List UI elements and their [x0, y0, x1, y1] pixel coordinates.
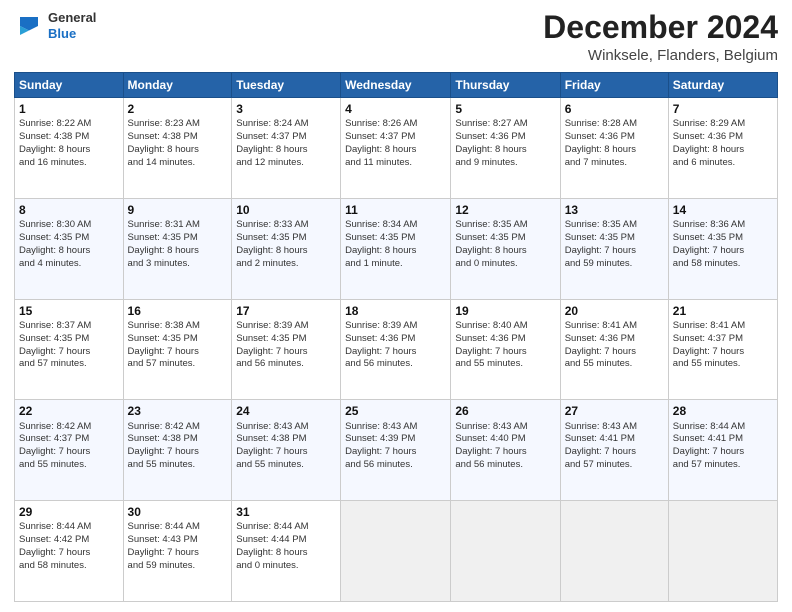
calendar-cell	[451, 501, 560, 602]
day-number: 10	[236, 202, 336, 218]
day-number: 6	[565, 101, 664, 117]
calendar-week-row: 8Sunrise: 8:30 AMSunset: 4:35 PMDaylight…	[15, 198, 778, 299]
day-number: 26	[455, 403, 555, 419]
calendar-cell: 19Sunrise: 8:40 AMSunset: 4:36 PMDayligh…	[451, 299, 560, 400]
logo: General Blue	[14, 10, 96, 41]
day-number: 2	[128, 101, 228, 117]
col-header-thursday: Thursday	[451, 73, 560, 98]
calendar-cell: 20Sunrise: 8:41 AMSunset: 4:36 PMDayligh…	[560, 299, 668, 400]
day-number: 29	[19, 504, 119, 520]
col-header-friday: Friday	[560, 73, 668, 98]
day-number: 18	[345, 303, 446, 319]
day-number: 27	[565, 403, 664, 419]
day-number: 24	[236, 403, 336, 419]
calendar-cell: 10Sunrise: 8:33 AMSunset: 4:35 PMDayligh…	[232, 198, 341, 299]
day-number: 3	[236, 101, 336, 117]
calendar-week-row: 29Sunrise: 8:44 AMSunset: 4:42 PMDayligh…	[15, 501, 778, 602]
calendar-cell: 23Sunrise: 8:42 AMSunset: 4:38 PMDayligh…	[123, 400, 232, 501]
calendar-cell: 26Sunrise: 8:43 AMSunset: 4:40 PMDayligh…	[451, 400, 560, 501]
day-number: 28	[673, 403, 773, 419]
calendar-week-row: 15Sunrise: 8:37 AMSunset: 4:35 PMDayligh…	[15, 299, 778, 400]
day-number: 1	[19, 101, 119, 117]
calendar-week-row: 1Sunrise: 8:22 AMSunset: 4:38 PMDaylight…	[15, 98, 778, 199]
day-number: 21	[673, 303, 773, 319]
month-title: December 2024	[543, 10, 778, 45]
calendar-cell: 4Sunrise: 8:26 AMSunset: 4:37 PMDaylight…	[341, 98, 451, 199]
title-block: December 2024 Winksele, Flanders, Belgiu…	[543, 10, 778, 64]
calendar-cell: 17Sunrise: 8:39 AMSunset: 4:35 PMDayligh…	[232, 299, 341, 400]
col-header-wednesday: Wednesday	[341, 73, 451, 98]
day-number: 19	[455, 303, 555, 319]
calendar-cell: 11Sunrise: 8:34 AMSunset: 4:35 PMDayligh…	[341, 198, 451, 299]
calendar-cell: 15Sunrise: 8:37 AMSunset: 4:35 PMDayligh…	[15, 299, 124, 400]
col-header-monday: Monday	[123, 73, 232, 98]
calendar-cell: 22Sunrise: 8:42 AMSunset: 4:37 PMDayligh…	[15, 400, 124, 501]
location: Winksele, Flanders, Belgium	[543, 47, 778, 64]
day-number: 4	[345, 101, 446, 117]
calendar-cell: 5Sunrise: 8:27 AMSunset: 4:36 PMDaylight…	[451, 98, 560, 199]
day-number: 14	[673, 202, 773, 218]
day-number: 11	[345, 202, 446, 218]
logo-general: General	[48, 10, 96, 25]
day-number: 16	[128, 303, 228, 319]
calendar-cell: 25Sunrise: 8:43 AMSunset: 4:39 PMDayligh…	[341, 400, 451, 501]
day-number: 12	[455, 202, 555, 218]
col-header-saturday: Saturday	[668, 73, 777, 98]
calendar-cell: 12Sunrise: 8:35 AMSunset: 4:35 PMDayligh…	[451, 198, 560, 299]
col-header-tuesday: Tuesday	[232, 73, 341, 98]
calendar-cell: 6Sunrise: 8:28 AMSunset: 4:36 PMDaylight…	[560, 98, 668, 199]
logo-text: General Blue	[48, 10, 96, 41]
day-number: 17	[236, 303, 336, 319]
day-number: 9	[128, 202, 228, 218]
calendar-cell: 29Sunrise: 8:44 AMSunset: 4:42 PMDayligh…	[15, 501, 124, 602]
calendar-cell: 13Sunrise: 8:35 AMSunset: 4:35 PMDayligh…	[560, 198, 668, 299]
calendar-cell: 28Sunrise: 8:44 AMSunset: 4:41 PMDayligh…	[668, 400, 777, 501]
day-number: 8	[19, 202, 119, 218]
day-number: 7	[673, 101, 773, 117]
day-number: 31	[236, 504, 336, 520]
calendar-cell: 31Sunrise: 8:44 AMSunset: 4:44 PMDayligh…	[232, 501, 341, 602]
day-number: 22	[19, 403, 119, 419]
calendar-cell: 24Sunrise: 8:43 AMSunset: 4:38 PMDayligh…	[232, 400, 341, 501]
calendar-cell: 9Sunrise: 8:31 AMSunset: 4:35 PMDaylight…	[123, 198, 232, 299]
calendar-cell	[668, 501, 777, 602]
calendar-cell: 18Sunrise: 8:39 AMSunset: 4:36 PMDayligh…	[341, 299, 451, 400]
calendar-cell: 8Sunrise: 8:30 AMSunset: 4:35 PMDaylight…	[15, 198, 124, 299]
calendar-cell	[560, 501, 668, 602]
day-number: 15	[19, 303, 119, 319]
day-number: 20	[565, 303, 664, 319]
calendar-cell: 14Sunrise: 8:36 AMSunset: 4:35 PMDayligh…	[668, 198, 777, 299]
col-header-sunday: Sunday	[15, 73, 124, 98]
calendar-week-row: 22Sunrise: 8:42 AMSunset: 4:37 PMDayligh…	[15, 400, 778, 501]
calendar-cell: 2Sunrise: 8:23 AMSunset: 4:38 PMDaylight…	[123, 98, 232, 199]
calendar-cell: 16Sunrise: 8:38 AMSunset: 4:35 PMDayligh…	[123, 299, 232, 400]
calendar-cell	[341, 501, 451, 602]
logo-blue: Blue	[48, 26, 76, 41]
day-number: 25	[345, 403, 446, 419]
day-number: 13	[565, 202, 664, 218]
calendar-cell: 21Sunrise: 8:41 AMSunset: 4:37 PMDayligh…	[668, 299, 777, 400]
calendar-cell: 27Sunrise: 8:43 AMSunset: 4:41 PMDayligh…	[560, 400, 668, 501]
page: General Blue December 2024 Winksele, Fla…	[0, 0, 792, 612]
calendar-cell: 1Sunrise: 8:22 AMSunset: 4:38 PMDaylight…	[15, 98, 124, 199]
calendar-header-row: SundayMondayTuesdayWednesdayThursdayFrid…	[15, 73, 778, 98]
logo-icon	[14, 11, 44, 41]
calendar-cell: 3Sunrise: 8:24 AMSunset: 4:37 PMDaylight…	[232, 98, 341, 199]
day-number: 30	[128, 504, 228, 520]
day-number: 23	[128, 403, 228, 419]
calendar-cell: 7Sunrise: 8:29 AMSunset: 4:36 PMDaylight…	[668, 98, 777, 199]
calendar-table: SundayMondayTuesdayWednesdayThursdayFrid…	[14, 72, 778, 602]
day-number: 5	[455, 101, 555, 117]
header: General Blue December 2024 Winksele, Fla…	[14, 10, 778, 64]
calendar-cell: 30Sunrise: 8:44 AMSunset: 4:43 PMDayligh…	[123, 501, 232, 602]
